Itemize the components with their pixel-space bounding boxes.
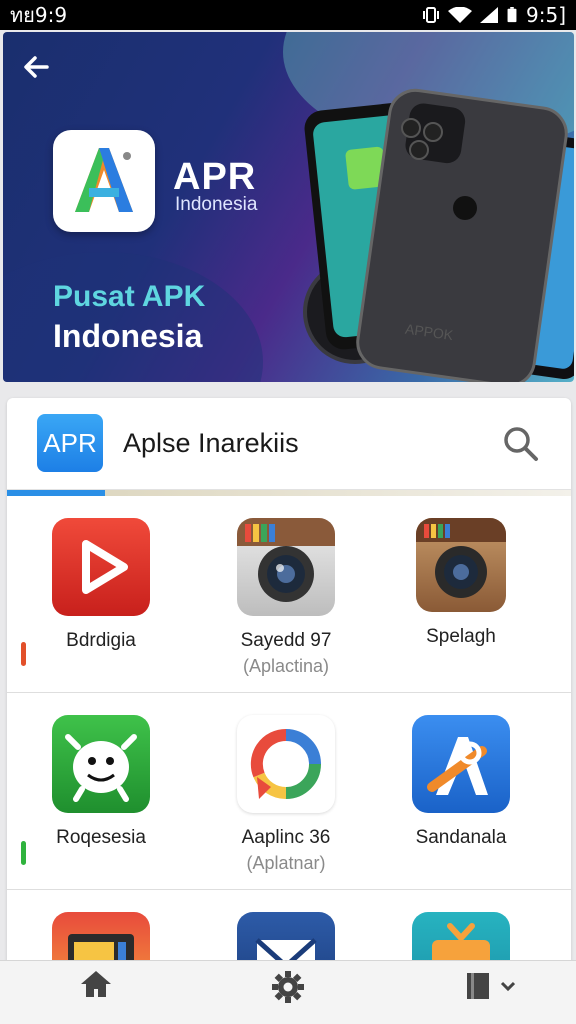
- hero-title-line2: Indonesia: [53, 318, 203, 354]
- app-tile[interactable]: Spelagh: [381, 518, 541, 648]
- robot-icon: [52, 715, 150, 813]
- app-row: Bdrdigia Sayedd 97 (Aplactina) Spelagh: [7, 496, 571, 693]
- nav-library[interactable]: [420, 969, 540, 1003]
- search-title: Aplse Inarekiis: [123, 428, 299, 458]
- status-bar: ทย9:9 9:5]: [0, 0, 576, 30]
- app-row: Roqesesia Aaplinc 36 (Aplatnar) Sandanal…: [7, 693, 571, 890]
- search-icon: [504, 427, 538, 461]
- search-bar[interactable]: APR Aplse Inarekiis: [7, 398, 571, 490]
- gear-icon: [272, 971, 304, 1003]
- app-name: Spelagh: [426, 626, 496, 647]
- chat-ring-icon: [237, 715, 335, 813]
- app-name: Sandanala: [415, 827, 507, 848]
- app-logo: [53, 130, 155, 232]
- apps-card: APR Aplse Inarekiis Bdrdigia Sayedd 97 (…: [7, 398, 571, 1018]
- hero-title-line1: Pusat APK: [53, 280, 206, 313]
- app-tile[interactable]: Roqesesia: [21, 715, 181, 849]
- vibrate-icon: [423, 7, 439, 23]
- app-grid: Bdrdigia Sayedd 97 (Aplactina) Spelagh R…: [7, 496, 571, 1018]
- app-name: Aaplinc 36: [241, 827, 331, 848]
- hero-banner: APR Indonesia Pusat APK Indonesia APPOK: [3, 32, 574, 382]
- app-name: Bdrdigia: [66, 630, 136, 651]
- arrow-left-icon: [24, 56, 49, 78]
- status-time: 9:5]: [526, 3, 566, 27]
- a-logo-icon: [75, 148, 133, 212]
- brand-name: APR: [173, 156, 257, 198]
- app-tile[interactable]: Sayedd 97 (Aplactina): [206, 518, 366, 677]
- app-subtitle: (Aplatnar): [246, 853, 326, 873]
- nav-settings[interactable]: [228, 969, 348, 1005]
- app-tile[interactable]: Aaplinc 36 (Aplatnar): [206, 715, 366, 874]
- app-subtitle: (Aplactina): [242, 656, 330, 676]
- battery-icon: [507, 7, 517, 23]
- nav-home[interactable]: [36, 969, 156, 999]
- home-icon: [81, 971, 111, 997]
- back-button[interactable]: [21, 52, 61, 84]
- app-tile[interactable]: Bdrdigia: [21, 518, 181, 652]
- play-icon: [52, 518, 150, 616]
- a-logo-icon: [412, 715, 510, 813]
- bottom-navigation: [0, 960, 576, 1024]
- status-left-text: ทย9:9: [10, 3, 68, 27]
- signal-icon: [480, 7, 498, 23]
- camera-icon: [416, 518, 506, 612]
- brand-subtitle: Indonesia: [175, 194, 258, 215]
- app-name: Roqesesia: [56, 827, 146, 848]
- book-icon: [467, 973, 515, 999]
- search-button[interactable]: [501, 424, 541, 464]
- app-name: Sayedd 97: [240, 630, 332, 651]
- phones-illustration: APPOK: [303, 88, 574, 382]
- wifi-icon: [448, 7, 472, 23]
- camera-icon: [237, 518, 335, 616]
- apr-badge: APR: [37, 414, 103, 472]
- app-tile[interactable]: Sandanala: [381, 715, 541, 849]
